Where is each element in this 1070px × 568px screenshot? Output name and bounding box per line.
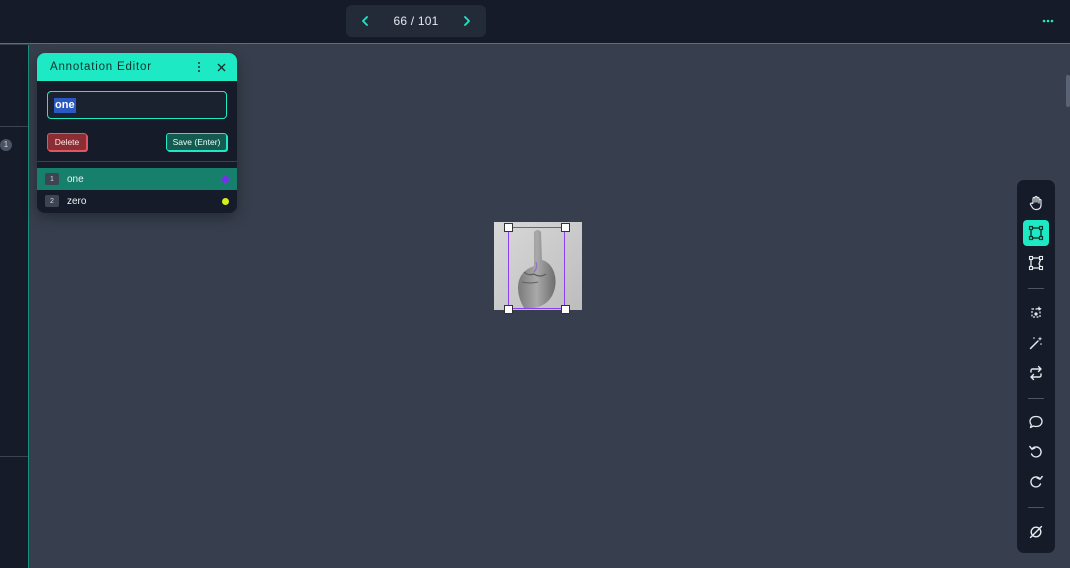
hand-tool-button[interactable] [1023, 190, 1049, 216]
auto-segment-icon [1031, 306, 1042, 318]
save-button[interactable]: Save (Enter) [166, 133, 227, 151]
comment-icon [1029, 415, 1043, 429]
prev-image-button[interactable] [358, 14, 372, 28]
editor-close-button[interactable] [213, 59, 229, 75]
tool-palette [1017, 180, 1055, 553]
annotation-editor-title: Annotation Editor [50, 61, 152, 73]
toolbar-divider [1028, 288, 1044, 289]
auto-segment-tool-button[interactable] [1023, 300, 1049, 326]
left-side-panel: 1 [0, 45, 29, 568]
panel-divider [0, 126, 28, 127]
delete-button[interactable]: Delete [47, 133, 87, 151]
magic-wand-icon [1029, 336, 1043, 350]
label-shortcut-number: 2 [45, 195, 59, 207]
editor-divider [37, 161, 237, 162]
editor-options-button[interactable] [191, 59, 207, 75]
bounding-box-icon [1028, 225, 1044, 241]
resize-handle-bottom-right[interactable] [561, 305, 570, 314]
top-bar: 66 / 101 [0, 0, 1070, 44]
ellipsis-icon [1042, 19, 1054, 23]
label-option-zero[interactable]: 2 zero [37, 190, 237, 212]
toolbar-divider [1028, 507, 1044, 508]
magic-wand-tool-button[interactable] [1023, 330, 1049, 356]
more-menu-button[interactable] [1040, 14, 1056, 26]
redo-icon [1030, 475, 1043, 488]
chevron-left-icon [362, 16, 368, 26]
label-color-dot [222, 175, 229, 183]
next-image-button[interactable] [460, 14, 474, 28]
annotation-editor: Annotation Editor one Delete Save (Enter… [37, 53, 237, 213]
polygon-tool-button[interactable] [1023, 250, 1049, 276]
vertical-ellipsis-icon [198, 62, 200, 72]
panel-divider [0, 456, 28, 457]
label-color-dot [222, 197, 229, 205]
close-icon [217, 63, 225, 71]
swap-icon [1030, 365, 1042, 381]
page-indicator: 66 / 101 [393, 14, 439, 28]
count-badge: 1 [0, 139, 12, 151]
chevron-right-icon [464, 16, 470, 26]
resize-handle-bottom-left[interactable] [504, 305, 513, 314]
image-pager: 66 / 101 [346, 5, 486, 37]
resize-handle-top-right[interactable] [561, 223, 570, 232]
label-list: 1 one 2 zero [37, 168, 237, 212]
undo-button[interactable] [1023, 439, 1049, 465]
label-input-value: one [54, 97, 76, 113]
annotation-editor-header: Annotation Editor [37, 53, 237, 81]
label-input[interactable]: one [47, 91, 227, 119]
polygon-icon [1028, 255, 1044, 271]
label-shortcut-number: 1 [45, 173, 59, 185]
resize-handle-top-left[interactable] [504, 223, 513, 232]
toolbar-divider [1028, 398, 1044, 399]
bounding-box-tool-button[interactable] [1023, 220, 1049, 246]
comment-tool-button[interactable] [1023, 409, 1049, 435]
redo-button[interactable] [1023, 469, 1049, 495]
swap-tool-button[interactable] [1023, 360, 1049, 386]
scrollbar[interactable] [1066, 75, 1070, 107]
label-option-name: one [67, 173, 84, 185]
hide-icon [1029, 525, 1043, 539]
hide-annotations-button[interactable] [1023, 519, 1049, 545]
label-option-one[interactable]: 1 one [37, 168, 237, 190]
label-option-name: zero [67, 195, 87, 207]
undo-icon [1029, 445, 1042, 458]
hand-icon [1029, 195, 1042, 211]
bounding-box[interactable] [508, 227, 565, 309]
